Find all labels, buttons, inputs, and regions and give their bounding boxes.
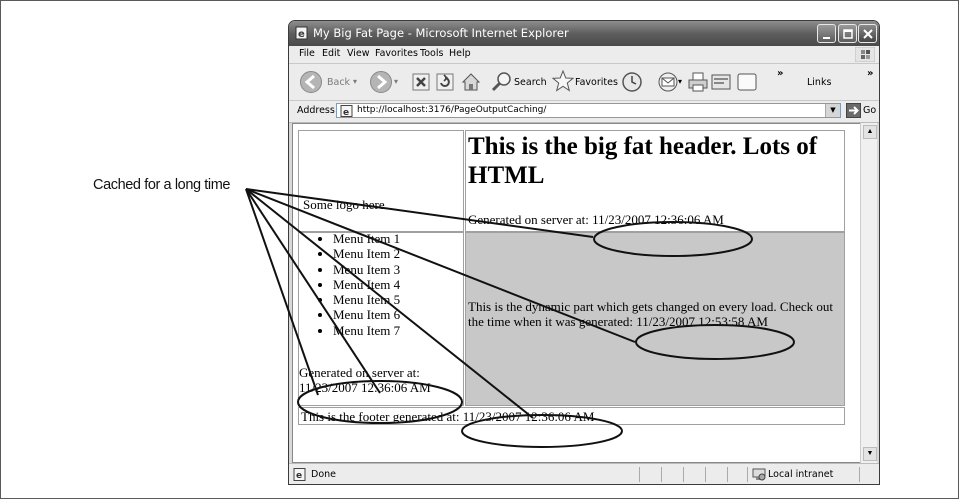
dynamic-time-callout-circle bbox=[635, 324, 795, 360]
callout-line bbox=[245, 188, 319, 396]
header-time-callout-circle bbox=[593, 221, 753, 257]
footer-time-callout-circle bbox=[461, 414, 623, 448]
menu-time-callout-circle bbox=[297, 380, 463, 424]
callout-line bbox=[245, 188, 381, 394]
annotation-overlay bbox=[245, 188, 795, 448]
callout-line bbox=[245, 188, 636, 343]
